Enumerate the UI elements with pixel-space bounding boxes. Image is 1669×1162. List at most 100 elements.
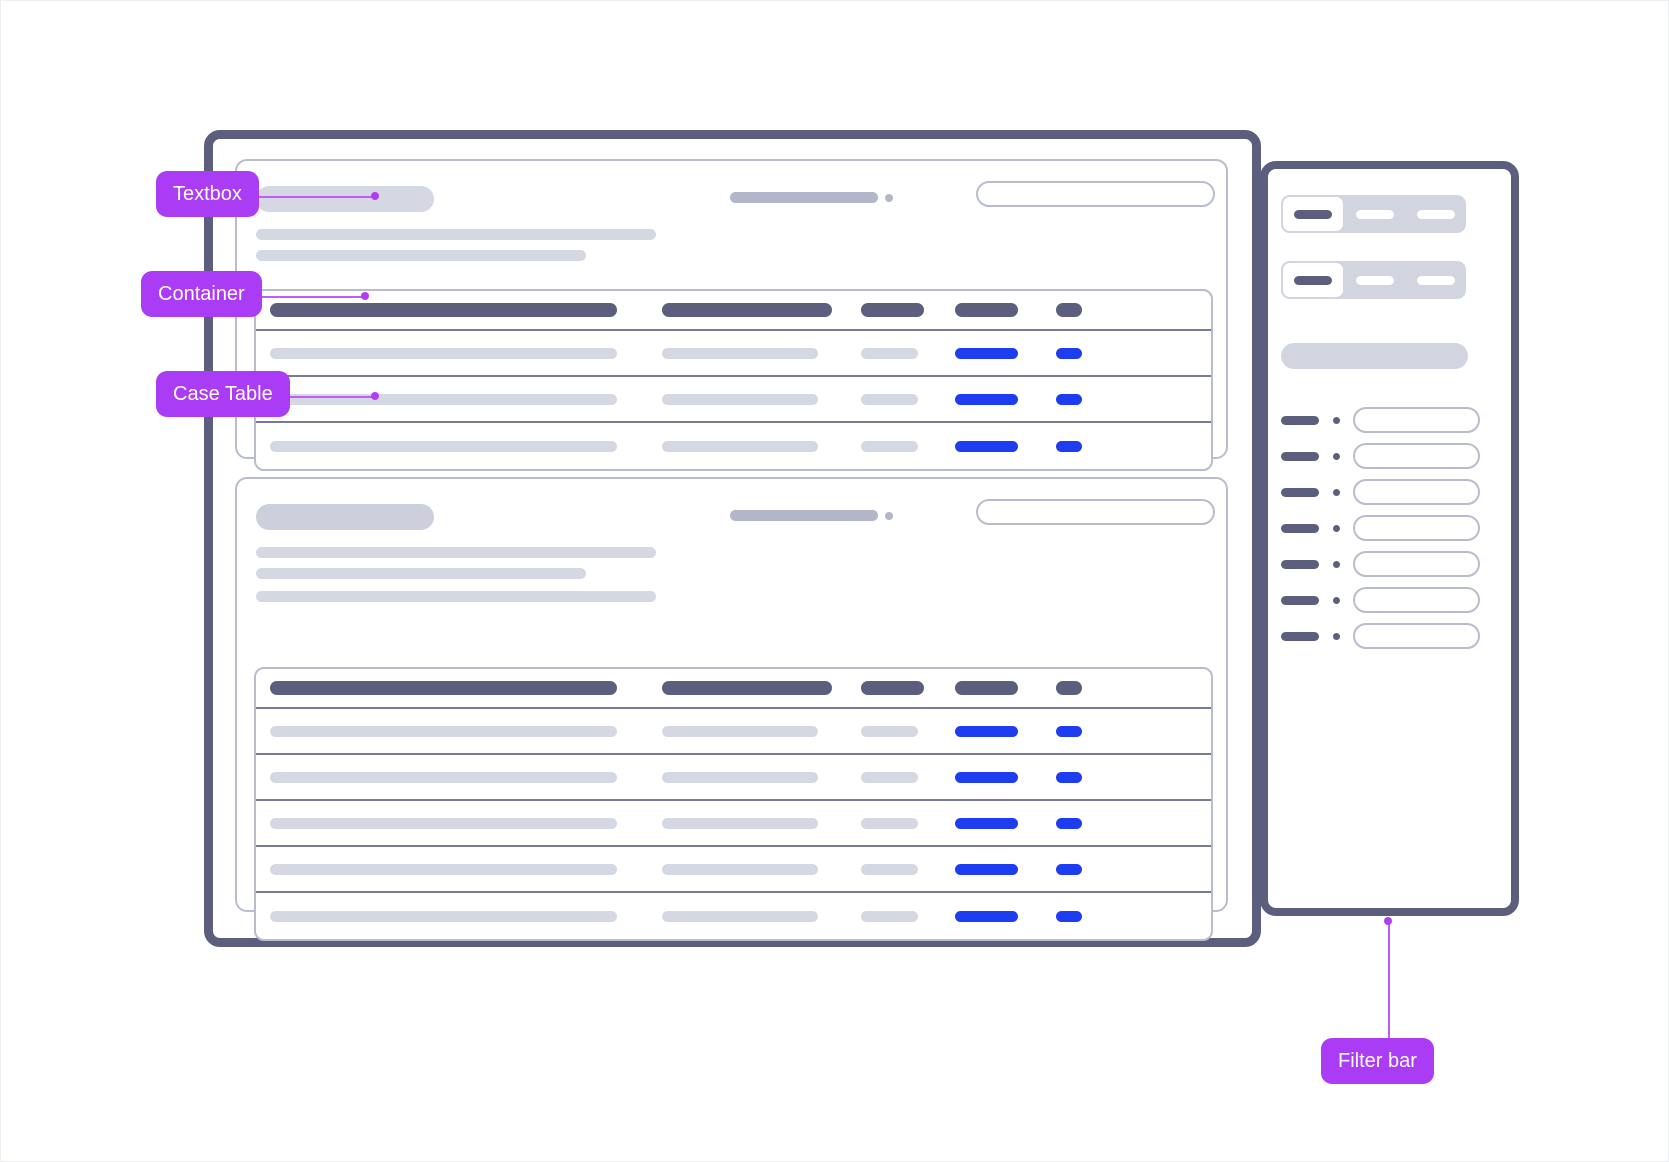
- table-row[interactable]: [256, 893, 1211, 939]
- card-top-search-input[interactable]: [976, 181, 1215, 207]
- annotation-filter-bar[interactable]: Filter bar: [1321, 1038, 1434, 1084]
- table-header-cell-3[interactable]: [861, 681, 924, 695]
- filter-label-bar: [1281, 451, 1319, 461]
- filter-input-2[interactable]: [1353, 443, 1480, 469]
- table-cell-text-3: [861, 393, 918, 405]
- table-header-cell-2[interactable]: [662, 303, 832, 317]
- segment-control-1-option-3[interactable]: [1406, 195, 1466, 233]
- card-bottom-header-dot-icon: [885, 512, 893, 520]
- annotation-container[interactable]: Container: [141, 271, 262, 317]
- segment-control-1-option-1[interactable]: [1281, 195, 1346, 233]
- segment-control-1[interactable]: [1281, 195, 1466, 233]
- table-header-cell-2[interactable]: [662, 681, 832, 695]
- table-cell-link-2[interactable]: [1056, 863, 1082, 875]
- table-cell-text-3: [861, 817, 918, 829]
- filter-input-7[interactable]: [1353, 623, 1480, 649]
- table-cell-link-2[interactable]: [1056, 393, 1082, 405]
- filter-input-6[interactable]: [1353, 587, 1480, 613]
- filter-dot-icon: [1333, 488, 1340, 496]
- table-header-cell-3[interactable]: [861, 303, 924, 317]
- table-row[interactable]: [256, 847, 1211, 893]
- segment-control-1-option-2[interactable]: [1345, 195, 1405, 233]
- filter-dot-icon: [1333, 416, 1340, 424]
- card-bottom-search-input[interactable]: [976, 499, 1215, 525]
- table-cell-link-1[interactable]: [955, 863, 1018, 875]
- table-cell-link-1[interactable]: [955, 440, 1018, 452]
- segment-control-2-option-2[interactable]: [1345, 261, 1405, 299]
- segment-control-2-option-1[interactable]: [1281, 261, 1346, 299]
- table-header-cell-1[interactable]: [270, 303, 617, 317]
- table-row[interactable]: [256, 377, 1211, 423]
- table-header-row: [256, 291, 1211, 331]
- table-cell-text-1: [270, 771, 617, 783]
- leader-dot-filter-bar: [1384, 917, 1392, 925]
- filter-dot-icon: [1333, 596, 1340, 604]
- table-row[interactable]: [256, 331, 1211, 377]
- filter-label-bar: [1281, 631, 1319, 641]
- segment-label-bar: [1416, 209, 1455, 219]
- table-cell-link-1[interactable]: [955, 393, 1018, 405]
- annotation-textbox[interactable]: Textbox: [156, 171, 259, 217]
- table-cell-text-3: [861, 725, 918, 737]
- table-cell-link-1[interactable]: [955, 910, 1018, 922]
- card-bottom-title-pill[interactable]: [256, 504, 434, 530]
- card-top-header-dot-icon: [885, 194, 893, 202]
- filter-dot-icon: [1333, 632, 1340, 640]
- card-bottom-header: [237, 479, 1226, 602]
- table-row[interactable]: [256, 801, 1211, 847]
- table-cell-link-1[interactable]: [955, 725, 1018, 737]
- leader-dot-textbox: [371, 192, 379, 200]
- table-cell-text-2: [662, 771, 818, 783]
- leader-line-container: [256, 296, 366, 298]
- table-cell-link-1[interactable]: [955, 771, 1018, 783]
- table-cell-link-1[interactable]: [955, 817, 1018, 829]
- table-row[interactable]: [256, 423, 1211, 469]
- table-cell-text-3: [861, 347, 918, 359]
- table-header-cell-5[interactable]: [1056, 303, 1082, 317]
- card-bottom-text-line-2: [256, 568, 586, 579]
- table-header-row: [256, 669, 1211, 709]
- table-cell-text-3: [861, 440, 918, 452]
- table-header-cell-1[interactable]: [270, 681, 617, 695]
- leader-dot-case-table: [371, 392, 379, 400]
- filter-row-7: [1281, 623, 1481, 649]
- table-row[interactable]: [256, 755, 1211, 801]
- annotation-case-table[interactable]: Case Table: [156, 371, 290, 417]
- table-header-cell-4[interactable]: [955, 681, 1018, 695]
- filter-panel: [1260, 161, 1519, 916]
- table-row[interactable]: [256, 709, 1211, 755]
- table-cell-link-1[interactable]: [955, 347, 1018, 359]
- table-header-cell-5[interactable]: [1056, 681, 1082, 695]
- card-top-text-line-2: [256, 250, 586, 261]
- card-top-header-label-bar: [730, 192, 878, 203]
- filter-dot-icon: [1333, 560, 1340, 568]
- segment-label-bar: [1356, 209, 1395, 219]
- filter-input-3[interactable]: [1353, 479, 1480, 505]
- card-top-text-line-1: [256, 229, 656, 240]
- leader-line-filter-bar: [1388, 921, 1390, 1041]
- filter-row-3: [1281, 479, 1481, 505]
- segment-control-2[interactable]: [1281, 261, 1466, 299]
- table-cell-text-2: [662, 725, 818, 737]
- table-cell-link-2[interactable]: [1056, 771, 1082, 783]
- filter-label-bar: [1281, 523, 1319, 533]
- filter-row-5: [1281, 551, 1481, 577]
- table-cell-link-2[interactable]: [1056, 817, 1082, 829]
- filter-label-bar: [1281, 487, 1319, 497]
- table-cell-text-2: [662, 347, 818, 359]
- wireframe-canvas: Textbox Container Case Table Filter bar: [0, 0, 1669, 1162]
- filter-input-4[interactable]: [1353, 515, 1480, 541]
- table-cell-link-2[interactable]: [1056, 910, 1082, 922]
- table-cell-link-2[interactable]: [1056, 347, 1082, 359]
- segment-control-2-option-3[interactable]: [1406, 261, 1466, 299]
- card-top-table: [254, 289, 1213, 471]
- table-header-cell-4[interactable]: [955, 303, 1018, 317]
- card-bottom-text-line-3: [256, 591, 656, 602]
- filter-input-5[interactable]: [1353, 551, 1480, 577]
- filter-input-1[interactable]: [1353, 407, 1480, 433]
- segment-label-bar: [1416, 275, 1455, 285]
- table-cell-link-2[interactable]: [1056, 440, 1082, 452]
- card-bottom-table: [254, 667, 1213, 941]
- table-cell-link-2[interactable]: [1056, 725, 1082, 737]
- card-top-title-pill[interactable]: [256, 186, 434, 212]
